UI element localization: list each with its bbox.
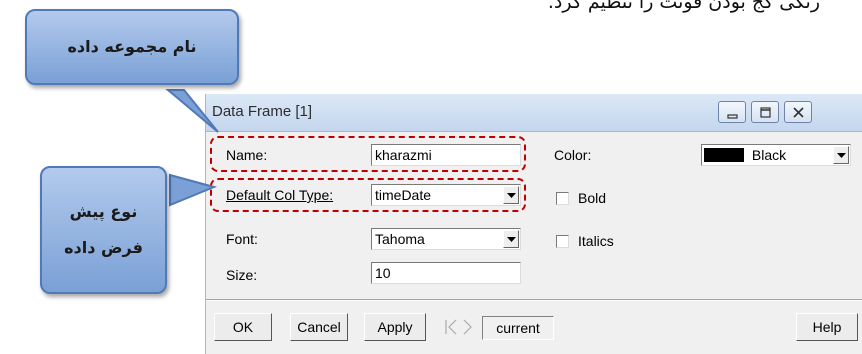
- bold-label: Bold: [578, 190, 607, 206]
- callout-dataset-name: نام مجموعه داده: [25, 9, 239, 85]
- callout-line-2: فرض داده: [64, 238, 143, 257]
- title-bar[interactable]: Data Frame [1]: [206, 94, 862, 132]
- size-input[interactable]: 10: [371, 262, 521, 284]
- cancel-button[interactable]: Cancel: [290, 313, 348, 341]
- maximize-icon: [760, 107, 771, 118]
- color-select[interactable]: Black: [701, 144, 851, 166]
- col-type-highlight: [210, 178, 526, 212]
- minimize-icon: [727, 114, 738, 119]
- italics-checkbox[interactable]: [556, 235, 569, 248]
- chevron-down-icon: [507, 237, 516, 242]
- close-button[interactable]: [784, 101, 812, 123]
- color-value: Black: [751, 147, 787, 163]
- instruction-text: رنگی کج بودن فونت را تنظیم کرد.: [547, 0, 820, 13]
- italics-label: Italics: [578, 233, 614, 249]
- color-swatch: [704, 148, 744, 162]
- apply-button[interactable]: Apply: [364, 313, 426, 341]
- font-label: Font:: [226, 231, 258, 247]
- ok-button[interactable]: OK: [214, 313, 272, 341]
- name-highlight: [210, 136, 526, 172]
- record-nav[interactable]: [442, 316, 478, 338]
- font-dropdown-button[interactable]: [503, 230, 519, 248]
- data-frame-dialog: Data Frame [1] Name: kharazmi Default Co…: [205, 94, 862, 354]
- callout-line-1: نوع پیش: [69, 202, 138, 221]
- chevron-down-icon: [837, 153, 846, 158]
- first-record-icon: [445, 319, 472, 335]
- bold-checkbox[interactable]: [556, 192, 569, 205]
- divider: [206, 299, 862, 301]
- current-record-field[interactable]: current: [482, 316, 554, 340]
- help-button[interactable]: Help: [796, 313, 858, 341]
- font-select[interactable]: Tahoma: [371, 228, 521, 250]
- font-value: Tahoma: [375, 231, 425, 247]
- size-label: Size:: [226, 267, 258, 283]
- callout-default-col-type: نوع پیش فرض داده: [40, 166, 167, 294]
- color-dropdown-button[interactable]: [833, 146, 849, 164]
- close-icon: [793, 107, 804, 118]
- minimize-button[interactable]: [718, 101, 746, 123]
- color-label: Color:: [554, 147, 592, 163]
- maximize-button[interactable]: [751, 101, 779, 123]
